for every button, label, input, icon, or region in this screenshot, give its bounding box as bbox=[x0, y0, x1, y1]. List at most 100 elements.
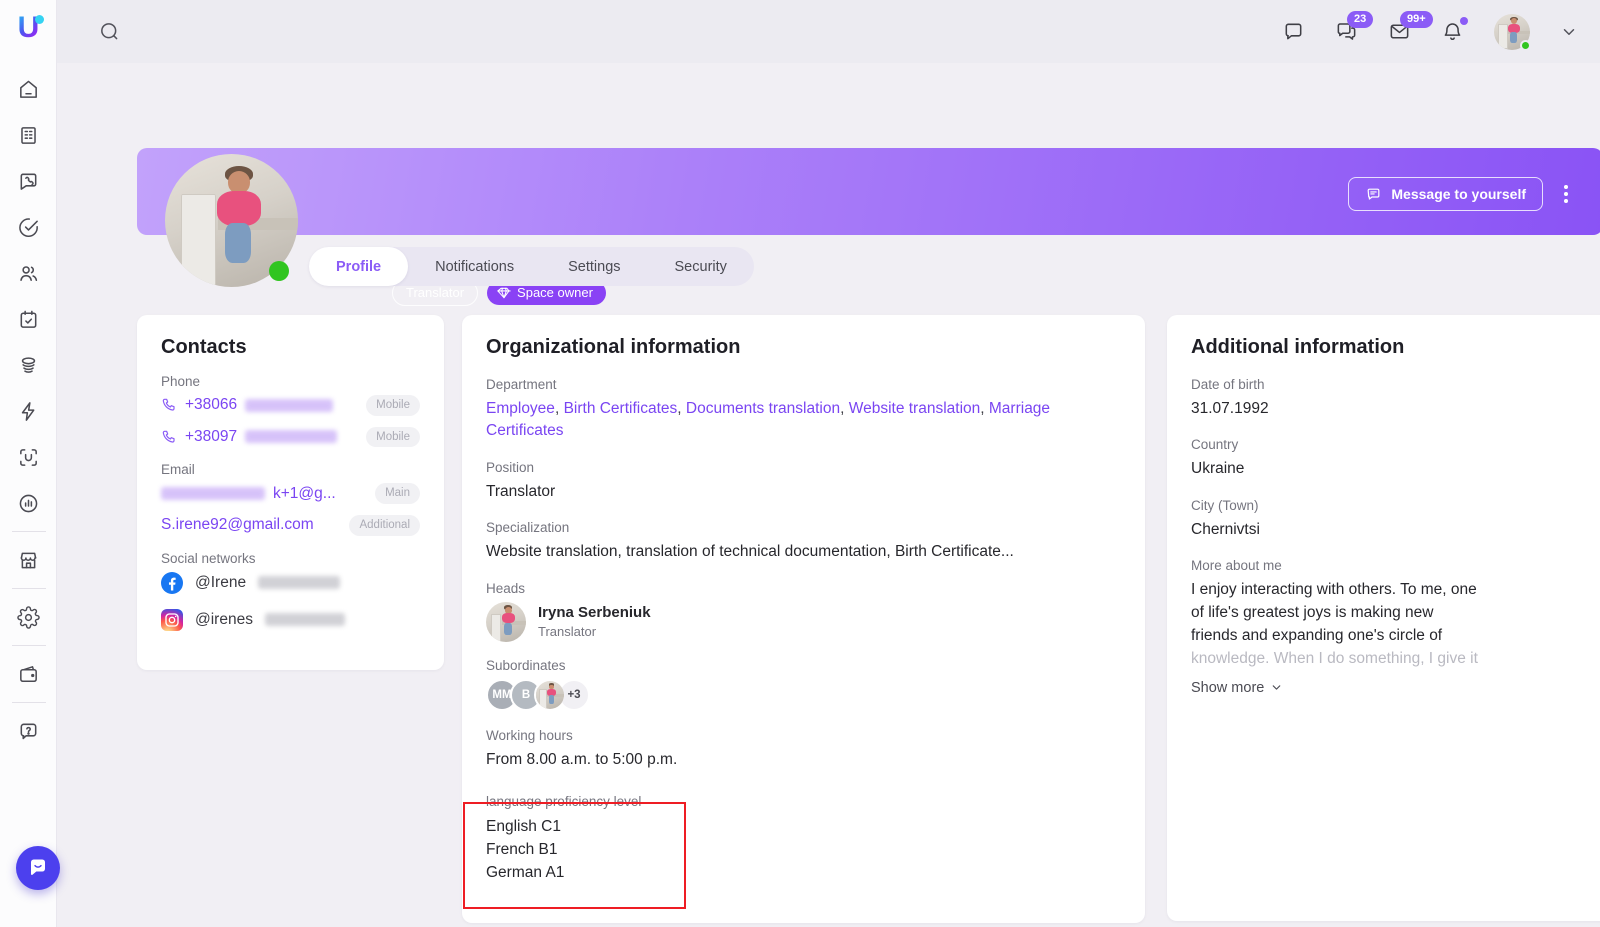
department-separator: , bbox=[677, 400, 686, 417]
redacted-text bbox=[265, 613, 345, 626]
help-bubble-icon bbox=[17, 720, 40, 743]
phone-row: +38066 Mobile bbox=[161, 395, 420, 416]
city-value: Chernivtsi bbox=[1191, 519, 1600, 541]
sidebar-item-marketplace[interactable] bbox=[0, 537, 57, 583]
tab-profile[interactable]: Profile bbox=[309, 247, 408, 286]
mail-count-badge: 99+ bbox=[1400, 11, 1433, 28]
phone-type-badge: Mobile bbox=[366, 427, 420, 448]
tab-security[interactable]: Security bbox=[648, 247, 754, 286]
phone-label: Phone bbox=[161, 374, 420, 389]
sidebar-item-home[interactable] bbox=[0, 66, 57, 112]
social-handle: @Irene bbox=[195, 574, 246, 592]
analytics-icon bbox=[17, 492, 40, 515]
chat-smile-icon bbox=[26, 856, 50, 880]
notifications-button[interactable] bbox=[1441, 20, 1464, 43]
heads-label: Heads bbox=[486, 581, 1121, 596]
sidebar-divider bbox=[12, 588, 46, 589]
sidebar-item-analytics[interactable] bbox=[0, 480, 57, 526]
phone-number-link[interactable]: +38097 bbox=[185, 428, 237, 446]
show-more-button[interactable]: Show more bbox=[1191, 680, 1600, 696]
department-label: Department bbox=[486, 377, 1121, 392]
instagram-icon bbox=[161, 609, 183, 631]
message-to-yourself-button[interactable]: Message to yourself bbox=[1348, 177, 1543, 211]
department-link[interactable]: Birth Certificates bbox=[564, 400, 678, 417]
store-icon bbox=[17, 549, 40, 572]
department-separator: , bbox=[980, 400, 989, 417]
phone-row: +38097 Mobile bbox=[161, 427, 420, 448]
sidebar-item-people[interactable] bbox=[0, 250, 57, 296]
sidebar: U bbox=[0, 0, 57, 927]
topbar: 23 99+ bbox=[57, 0, 1600, 63]
sidebar-item-automation[interactable] bbox=[0, 388, 57, 434]
sidebar-item-recognition[interactable] bbox=[0, 434, 57, 480]
mail-button[interactable]: 99+ bbox=[1388, 20, 1411, 43]
search-button[interactable] bbox=[98, 20, 121, 48]
social-handle: @irenes bbox=[195, 611, 253, 629]
email-link[interactable]: S.irene92@gmail.com bbox=[161, 516, 314, 534]
chevron-down-icon bbox=[1560, 23, 1578, 41]
department-link[interactable]: Documents translation bbox=[686, 400, 840, 417]
language-proficiency-label: language proficiency level bbox=[486, 794, 1121, 809]
sidebar-divider bbox=[12, 645, 46, 646]
email-row: S.irene92@gmail.com Additional bbox=[161, 515, 420, 536]
check-circle-icon bbox=[17, 216, 40, 239]
sidebar-item-calendar[interactable] bbox=[0, 296, 57, 342]
profile-tabs: Profile Notifications Settings Security bbox=[309, 247, 754, 286]
topbar-actions: 23 99+ bbox=[1282, 0, 1578, 63]
head-role: Translator bbox=[538, 624, 651, 639]
email-row: k+1@g... Main bbox=[161, 483, 420, 504]
sidebar-item-knowledge[interactable] bbox=[0, 342, 57, 388]
feedback-button[interactable] bbox=[1282, 20, 1305, 43]
social-row-instagram[interactable]: @irenes bbox=[161, 609, 420, 631]
position-value: Translator bbox=[486, 481, 1121, 503]
show-more-label: Show more bbox=[1191, 680, 1264, 696]
department-links: Employee, Birth Certificates, Documents … bbox=[486, 398, 1116, 443]
wallet-icon bbox=[17, 663, 40, 686]
org-title: Organizational information bbox=[486, 336, 1121, 359]
department-separator: , bbox=[555, 400, 564, 417]
sidebar-item-wallet[interactable] bbox=[0, 651, 57, 697]
tab-settings[interactable]: Settings bbox=[541, 247, 647, 286]
sidebar-item-tasks[interactable] bbox=[0, 204, 57, 250]
search-icon bbox=[98, 20, 121, 43]
banner-more-menu[interactable] bbox=[1559, 181, 1573, 207]
additional-title: Additional information bbox=[1191, 336, 1600, 359]
sidebar-item-company[interactable] bbox=[0, 112, 57, 158]
support-chat-launcher[interactable] bbox=[16, 846, 60, 890]
phone-icon bbox=[161, 397, 177, 413]
about-text: I enjoy interacting with others. To me, … bbox=[1191, 579, 1506, 670]
working-hours-value: From 8.00 a.m. to 5:00 p.m. bbox=[486, 749, 1121, 771]
tab-notifications[interactable]: Notifications bbox=[408, 247, 541, 286]
social-row-facebook[interactable]: @Irene bbox=[161, 572, 420, 594]
profile-avatar[interactable] bbox=[165, 154, 298, 287]
chat-lines-icon bbox=[1365, 186, 1382, 203]
phone-number-link[interactable]: +38066 bbox=[185, 396, 237, 414]
sidebar-item-settings[interactable] bbox=[0, 594, 57, 640]
head-name: Iryna Serbeniuk bbox=[538, 604, 651, 621]
user-menu-avatar[interactable] bbox=[1494, 14, 1530, 50]
sidebar-item-help[interactable] bbox=[0, 708, 57, 754]
user-menu-chevron[interactable] bbox=[1560, 23, 1578, 41]
head-person[interactable]: Iryna Serbeniuk Translator bbox=[486, 602, 1121, 642]
email-link[interactable]: k+1@g... bbox=[273, 485, 336, 503]
stack-icon bbox=[17, 354, 40, 377]
avatar bbox=[536, 681, 564, 709]
about-line: knowledge. When I do something, I give i… bbox=[1191, 648, 1506, 671]
chats-button[interactable]: 23 bbox=[1335, 20, 1358, 43]
facebook-icon bbox=[161, 572, 183, 594]
email-label: Email bbox=[161, 462, 420, 477]
home-icon bbox=[17, 78, 40, 101]
gear-icon bbox=[17, 606, 40, 629]
notification-dot bbox=[1460, 17, 1468, 25]
email-type-badge: Additional bbox=[349, 515, 420, 536]
department-link[interactable]: Website translation bbox=[849, 400, 981, 417]
redacted-text bbox=[245, 399, 333, 412]
building-icon bbox=[17, 124, 40, 147]
department-link[interactable]: Employee bbox=[486, 400, 555, 417]
about-line: friends and expanding one's circle of bbox=[1191, 625, 1506, 648]
language-item: French B1 bbox=[486, 839, 1121, 862]
sidebar-item-communication[interactable] bbox=[0, 158, 57, 204]
app-logo[interactable]: U bbox=[0, 0, 57, 56]
gem-icon bbox=[497, 286, 511, 300]
sidebar-nav bbox=[0, 66, 57, 754]
